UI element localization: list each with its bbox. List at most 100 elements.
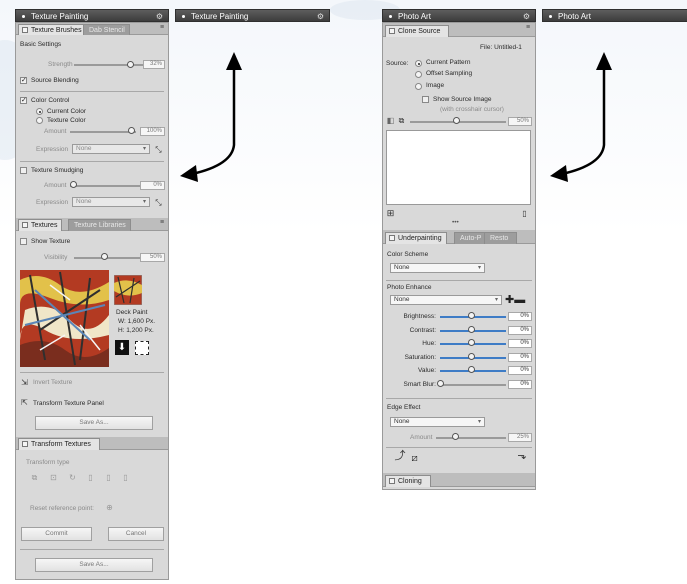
slider-value[interactable]: 0%: [508, 312, 532, 321]
crosshair-note: (with crosshair cursor): [440, 106, 504, 113]
smudge-amount-value[interactable]: 0%: [140, 181, 165, 190]
slider-knob[interactable]: [437, 380, 444, 387]
select-value: None: [394, 264, 410, 271]
tab-close-icon[interactable]: [22, 27, 28, 33]
tab-close-icon[interactable]: [389, 28, 395, 34]
texture-color-radio[interactable]: [36, 117, 43, 124]
resize-grip-icon[interactable]: •••: [452, 219, 459, 226]
tab-underpainting[interactable]: Underpainting: [385, 232, 447, 244]
reset-reference-point-label: Reset reference point:: [30, 505, 94, 512]
color-control-checkbox[interactable]: ✓: [20, 97, 27, 104]
texture-preview-image[interactable]: [20, 270, 109, 367]
tab-texture-brushes[interactable]: Texture Brushes: [18, 24, 87, 35]
current-pattern-radio[interactable]: [415, 60, 422, 67]
source-blending-checkbox[interactable]: ✓: [20, 77, 27, 84]
edge-amount-slider[interactable]: [436, 437, 506, 439]
slider-knob[interactable]: [468, 353, 475, 360]
selection-marquee-icon[interactable]: [135, 341, 149, 355]
amount-slider[interactable]: [70, 131, 136, 133]
current-color-radio[interactable]: [36, 108, 43, 115]
slider-knob[interactable]: [468, 326, 475, 333]
rotate-transform-icon[interactable]: ↻: [68, 473, 77, 482]
smudge-expression-settings-icon[interactable]: ⤡: [154, 198, 163, 207]
color-scheme-select[interactable]: None ▾: [390, 263, 485, 273]
visibility-value[interactable]: 50%: [140, 253, 165, 262]
show-texture-checkbox[interactable]: [20, 238, 27, 245]
clone-source-delete-icon[interactable]: ▯: [520, 209, 529, 218]
expression-select[interactable]: None ▾: [72, 144, 150, 154]
panel-options-icon[interactable]: ⚙: [317, 10, 324, 23]
slider-value[interactable]: 0%: [508, 326, 532, 335]
texture-painting-collapsed-titlebar[interactable]: Texture Painting ⚙: [175, 9, 330, 22]
divider: [386, 280, 532, 281]
commit-button[interactable]: Commit: [21, 527, 92, 541]
layers-icon[interactable]: ⧉: [397, 116, 406, 125]
slider-value[interactable]: 0%: [508, 366, 532, 375]
skew-transform-icon[interactable]: ▯: [86, 473, 95, 482]
save-as-button-2[interactable]: Save As...: [35, 558, 153, 572]
cancel-button[interactable]: Cancel: [108, 527, 164, 541]
select-value: None: [394, 296, 410, 303]
scale-transform-icon[interactable]: ⊡: [49, 473, 58, 482]
tab-close-icon[interactable]: [22, 222, 28, 228]
reset-underpainting-icon[interactable]: ⧄: [410, 454, 419, 464]
photo-art-titlebar[interactable]: Photo Art ⚙: [382, 9, 536, 22]
image-radio[interactable]: [415, 83, 422, 90]
tab-textures[interactable]: Textures: [18, 219, 63, 231]
edge-amount-slider-knob[interactable]: [452, 433, 459, 440]
tab-restoration[interactable]: Resto: [484, 232, 518, 244]
visibility-slider-knob[interactable]: [101, 253, 108, 260]
strength-slider-knob[interactable]: [127, 61, 134, 68]
slider-value[interactable]: 0%: [508, 353, 532, 362]
tab-close-icon[interactable]: [389, 235, 395, 241]
quick-clone-icon[interactable]: ⬎: [515, 451, 529, 466]
amount-value[interactable]: 100%: [140, 127, 165, 136]
move-transform-icon[interactable]: ⧉: [30, 473, 39, 482]
offset-sampling-label: Offset Sampling: [426, 70, 473, 77]
texture-smudging-checkbox[interactable]: [20, 167, 27, 174]
tab-close-icon[interactable]: [389, 478, 395, 484]
slider-knob[interactable]: [468, 366, 475, 373]
tab-close-icon[interactable]: [22, 441, 28, 447]
apply-underpainting-icon[interactable]: ⤴: [393, 451, 407, 466]
distort-transform-icon[interactable]: ▯: [104, 473, 113, 482]
image-label: Image: [426, 82, 445, 89]
slider-value[interactable]: 0%: [508, 380, 532, 389]
perspective-transform-icon[interactable]: ▯: [121, 473, 130, 482]
smudge-amount-slider-knob[interactable]: [70, 181, 77, 188]
reference-point-icon[interactable]: ⊕: [105, 503, 114, 512]
texture-thumbnail[interactable]: [114, 275, 142, 305]
edge-effect-select[interactable]: None ▾: [390, 417, 485, 427]
slider-track[interactable]: [440, 384, 506, 386]
texture-painting-titlebar[interactable]: Texture Painting ⚙: [15, 9, 169, 22]
slider-knob[interactable]: [468, 339, 475, 346]
save-as-button[interactable]: Save As...: [35, 416, 153, 430]
smudge-expression-select[interactable]: None ▾: [72, 197, 150, 207]
clone-source-add-icon[interactable]: ⊞: [386, 209, 395, 218]
expression-settings-icon[interactable]: ⤡: [154, 145, 163, 154]
slider-label: Hue:: [422, 340, 436, 347]
show-source-image-checkbox[interactable]: [422, 96, 429, 103]
offset-sampling-radio[interactable]: [415, 71, 422, 78]
tab-auto-painting[interactable]: Auto-P: [454, 232, 487, 244]
clone-opacity-slider-knob[interactable]: [453, 117, 460, 124]
transform-texture-icon[interactable]: ⇱: [20, 398, 29, 407]
tab-texture-libraries[interactable]: Texture Libraries: [68, 219, 131, 231]
strength-value[interactable]: 32%: [143, 60, 165, 69]
tab-transform-textures[interactable]: Transform Textures: [18, 438, 100, 450]
slider-value[interactable]: 0%: [508, 339, 532, 348]
edge-amount-value[interactable]: 25%: [508, 433, 532, 442]
amount-slider-knob[interactable]: [128, 127, 135, 134]
panel-menu-icon[interactable]: ≡: [526, 24, 684, 31]
download-arrow-icon[interactable]: ⬇: [115, 340, 129, 355]
add-preset-icon[interactable]: ✚▬: [505, 294, 529, 306]
tab-cloning[interactable]: Cloning: [385, 475, 431, 487]
photo-art-collapsed-titlebar[interactable]: Photo Art: [542, 9, 687, 22]
clone-opacity-value[interactable]: 50%: [508, 117, 532, 126]
tab-dab-stencil[interactable]: Dab Stencil: [83, 24, 130, 35]
photo-enhance-select[interactable]: None ▾: [390, 295, 502, 305]
invert-texture-icon[interactable]: ⇲: [20, 378, 29, 387]
slider-knob[interactable]: [468, 312, 475, 319]
tab-clone-source[interactable]: Clone Source: [385, 25, 450, 37]
smudge-amount-slider[interactable]: [70, 185, 140, 187]
